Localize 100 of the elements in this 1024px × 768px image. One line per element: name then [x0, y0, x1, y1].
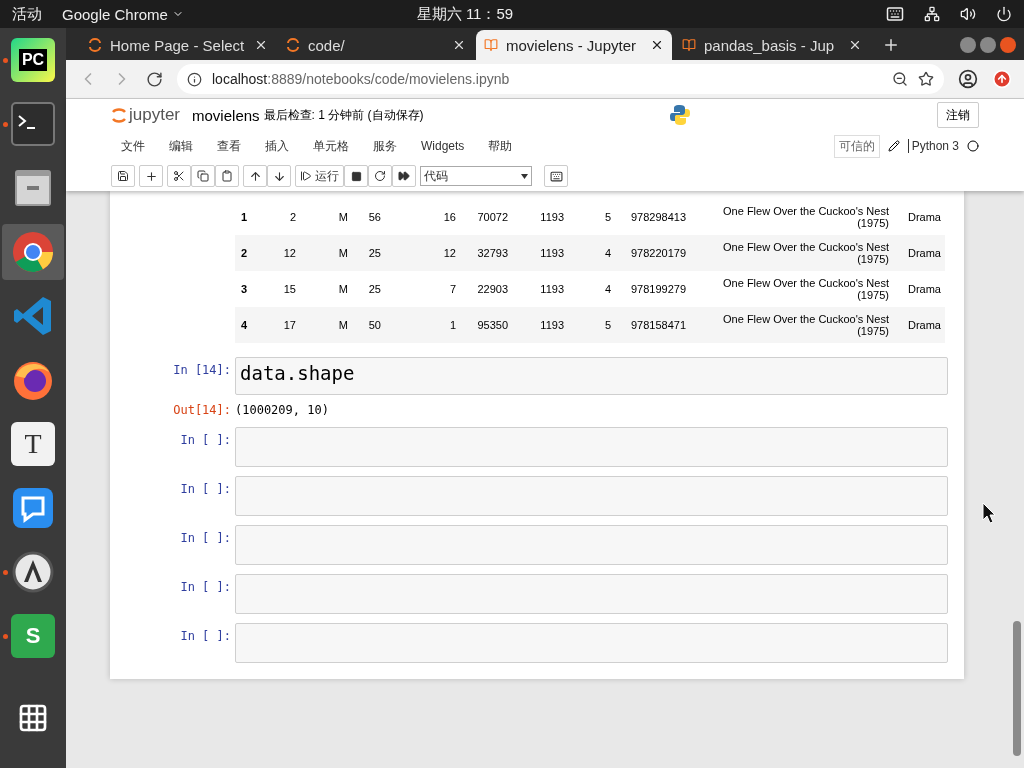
table-cell-text: 17 — [282, 319, 297, 331]
minimize-button[interactable] — [960, 37, 976, 53]
restart-icon — [374, 170, 386, 182]
row-index: 4 — [240, 319, 249, 331]
browser-tab[interactable]: movielens - Jupyter — [476, 30, 672, 60]
keyboard-shortcuts-button[interactable] — [544, 165, 568, 187]
table-cell-text: 70072 — [476, 211, 509, 223]
code-cell[interactable] — [235, 525, 948, 565]
chat-app-icon[interactable] — [11, 486, 55, 530]
notebook-name[interactable]: movielens — [192, 106, 260, 124]
close-icon[interactable] — [848, 38, 862, 52]
stop-button[interactable] — [344, 165, 368, 187]
run-all-button[interactable] — [392, 165, 416, 187]
checkpoint-status: 最后检查: 1 分钟前 (自动保存) — [263, 106, 424, 124]
mouse-cursor-icon — [982, 502, 996, 524]
code-cell[interactable] — [235, 476, 948, 516]
menu-item[interactable]: 单元格 — [303, 133, 359, 159]
table-cell-text: 7 — [448, 283, 457, 295]
zoom-icon[interactable] — [892, 71, 908, 87]
input-prompt: In [ ]: — [179, 530, 231, 547]
app-menu[interactable]: Google Chrome — [62, 5, 168, 23]
table-cell-text: 12 — [442, 247, 457, 259]
table-cell-text: 4 — [603, 283, 612, 295]
code-cell[interactable] — [235, 623, 948, 663]
edit-icon[interactable] — [887, 140, 900, 152]
cell-output: (1000209, 10) — [235, 402, 329, 417]
cut-button[interactable] — [167, 165, 191, 187]
cell-type-select[interactable]: 代码 — [420, 166, 532, 186]
add-cell-button[interactable] — [139, 165, 163, 187]
table-cell-text: One Flew Over the Cuckoo's Nest (1975) — [722, 277, 890, 301]
menu-item[interactable]: 帮助 — [478, 133, 523, 159]
code-cell[interactable] — [235, 574, 948, 614]
table-cell-text: M — [337, 283, 349, 295]
volume-icon[interactable] — [960, 6, 976, 22]
menu-item[interactable]: Widgets — [411, 135, 475, 157]
paste-button[interactable] — [215, 165, 239, 187]
scissors-icon — [173, 170, 185, 182]
table-cell-text: 2 — [288, 211, 297, 223]
terminal-icon[interactable] — [11, 102, 55, 146]
activities-button[interactable]: 活动 — [12, 4, 42, 24]
table-cell-text: 1193 — [539, 283, 565, 295]
pycharm-icon[interactable]: PC — [11, 38, 55, 82]
table-cell-text: 5 — [603, 319, 612, 331]
menu-item[interactable]: 插入 — [255, 133, 299, 159]
reload-icon[interactable] — [146, 70, 163, 88]
table-cell-text: 95350 — [476, 319, 509, 331]
jupyter-icon — [286, 38, 300, 52]
notebook-icon — [682, 38, 696, 52]
close-icon[interactable] — [452, 38, 466, 52]
arrow-up-icon — [248, 169, 262, 183]
input-prompt: In [ ]: — [179, 579, 231, 596]
update-icon[interactable] — [992, 69, 1012, 89]
table-cell-text: 25 — [367, 247, 382, 259]
table-cell-text: 1193 — [539, 319, 565, 331]
kernel-name: Python 3 — [907, 139, 959, 153]
trusted-indicator[interactable]: 可信的 — [833, 134, 880, 158]
keyboard-icon[interactable] — [886, 5, 904, 23]
table-cell-text: Drama — [907, 319, 942, 331]
close-icon[interactable] — [650, 38, 664, 52]
move-down-button[interactable] — [267, 165, 291, 187]
browser-tab[interactable]: Home Page - Select — [80, 30, 276, 60]
typora-icon[interactable]: T — [11, 422, 55, 466]
table-cell-text: One Flew Over the Cuckoo's Nest (1975) — [722, 241, 890, 265]
new-tab-icon[interactable] — [882, 36, 900, 54]
menu-item[interactable]: 服务 — [363, 133, 407, 159]
move-up-button[interactable] — [243, 165, 267, 187]
table-cell-text: 1193 — [539, 211, 565, 223]
restart-button[interactable] — [368, 165, 392, 187]
profile-icon[interactable] — [958, 69, 978, 89]
table-cell-text: 50 — [367, 319, 382, 331]
chrome-icon[interactable] — [11, 230, 55, 274]
address-bar[interactable]: localhost:8889/notebooks/code/movielens.ipynb — [177, 64, 944, 94]
close-icon[interactable] — [254, 38, 268, 52]
logout-button[interactable]: 注销 — [937, 102, 979, 128]
close-button[interactable] — [1000, 37, 1016, 53]
plus-icon — [144, 169, 158, 183]
maximize-button[interactable] — [980, 37, 996, 53]
power-icon[interactable] — [996, 6, 1012, 22]
jupyter-logo[interactable]: jupyter — [111, 104, 181, 126]
menu-item[interactable]: 文件 — [111, 133, 155, 159]
code-cell[interactable]: data.shape — [235, 357, 948, 395]
browser-tab[interactable]: code/ — [278, 30, 474, 60]
updater-icon[interactable] — [11, 550, 55, 594]
network-icon[interactable] — [924, 6, 940, 22]
clock[interactable]: 星期六 11：59 — [416, 4, 654, 24]
table-cell-text: Drama — [907, 283, 942, 295]
browser-tab[interactable]: pandas_basis - Jup — [674, 30, 870, 60]
step-forward-icon — [300, 170, 312, 182]
run-button[interactable]: 运行 — [295, 165, 344, 187]
table-cell-text: M — [337, 211, 349, 223]
save-button[interactable] — [111, 165, 135, 187]
table-cell-text: 1 — [448, 319, 457, 331]
input-prompt: In [ ]: — [179, 481, 231, 498]
code-cell[interactable] — [235, 427, 948, 467]
table-cell-text: 978220179 — [629, 247, 687, 259]
app-grid-icon[interactable] — [17, 702, 49, 734]
scrollbar-thumb[interactable] — [1013, 621, 1021, 756]
bookmark-star-icon[interactable] — [918, 71, 934, 87]
menu-item[interactable]: 查看 — [207, 133, 251, 159]
menu-item[interactable]: 编辑 — [159, 133, 203, 159]
